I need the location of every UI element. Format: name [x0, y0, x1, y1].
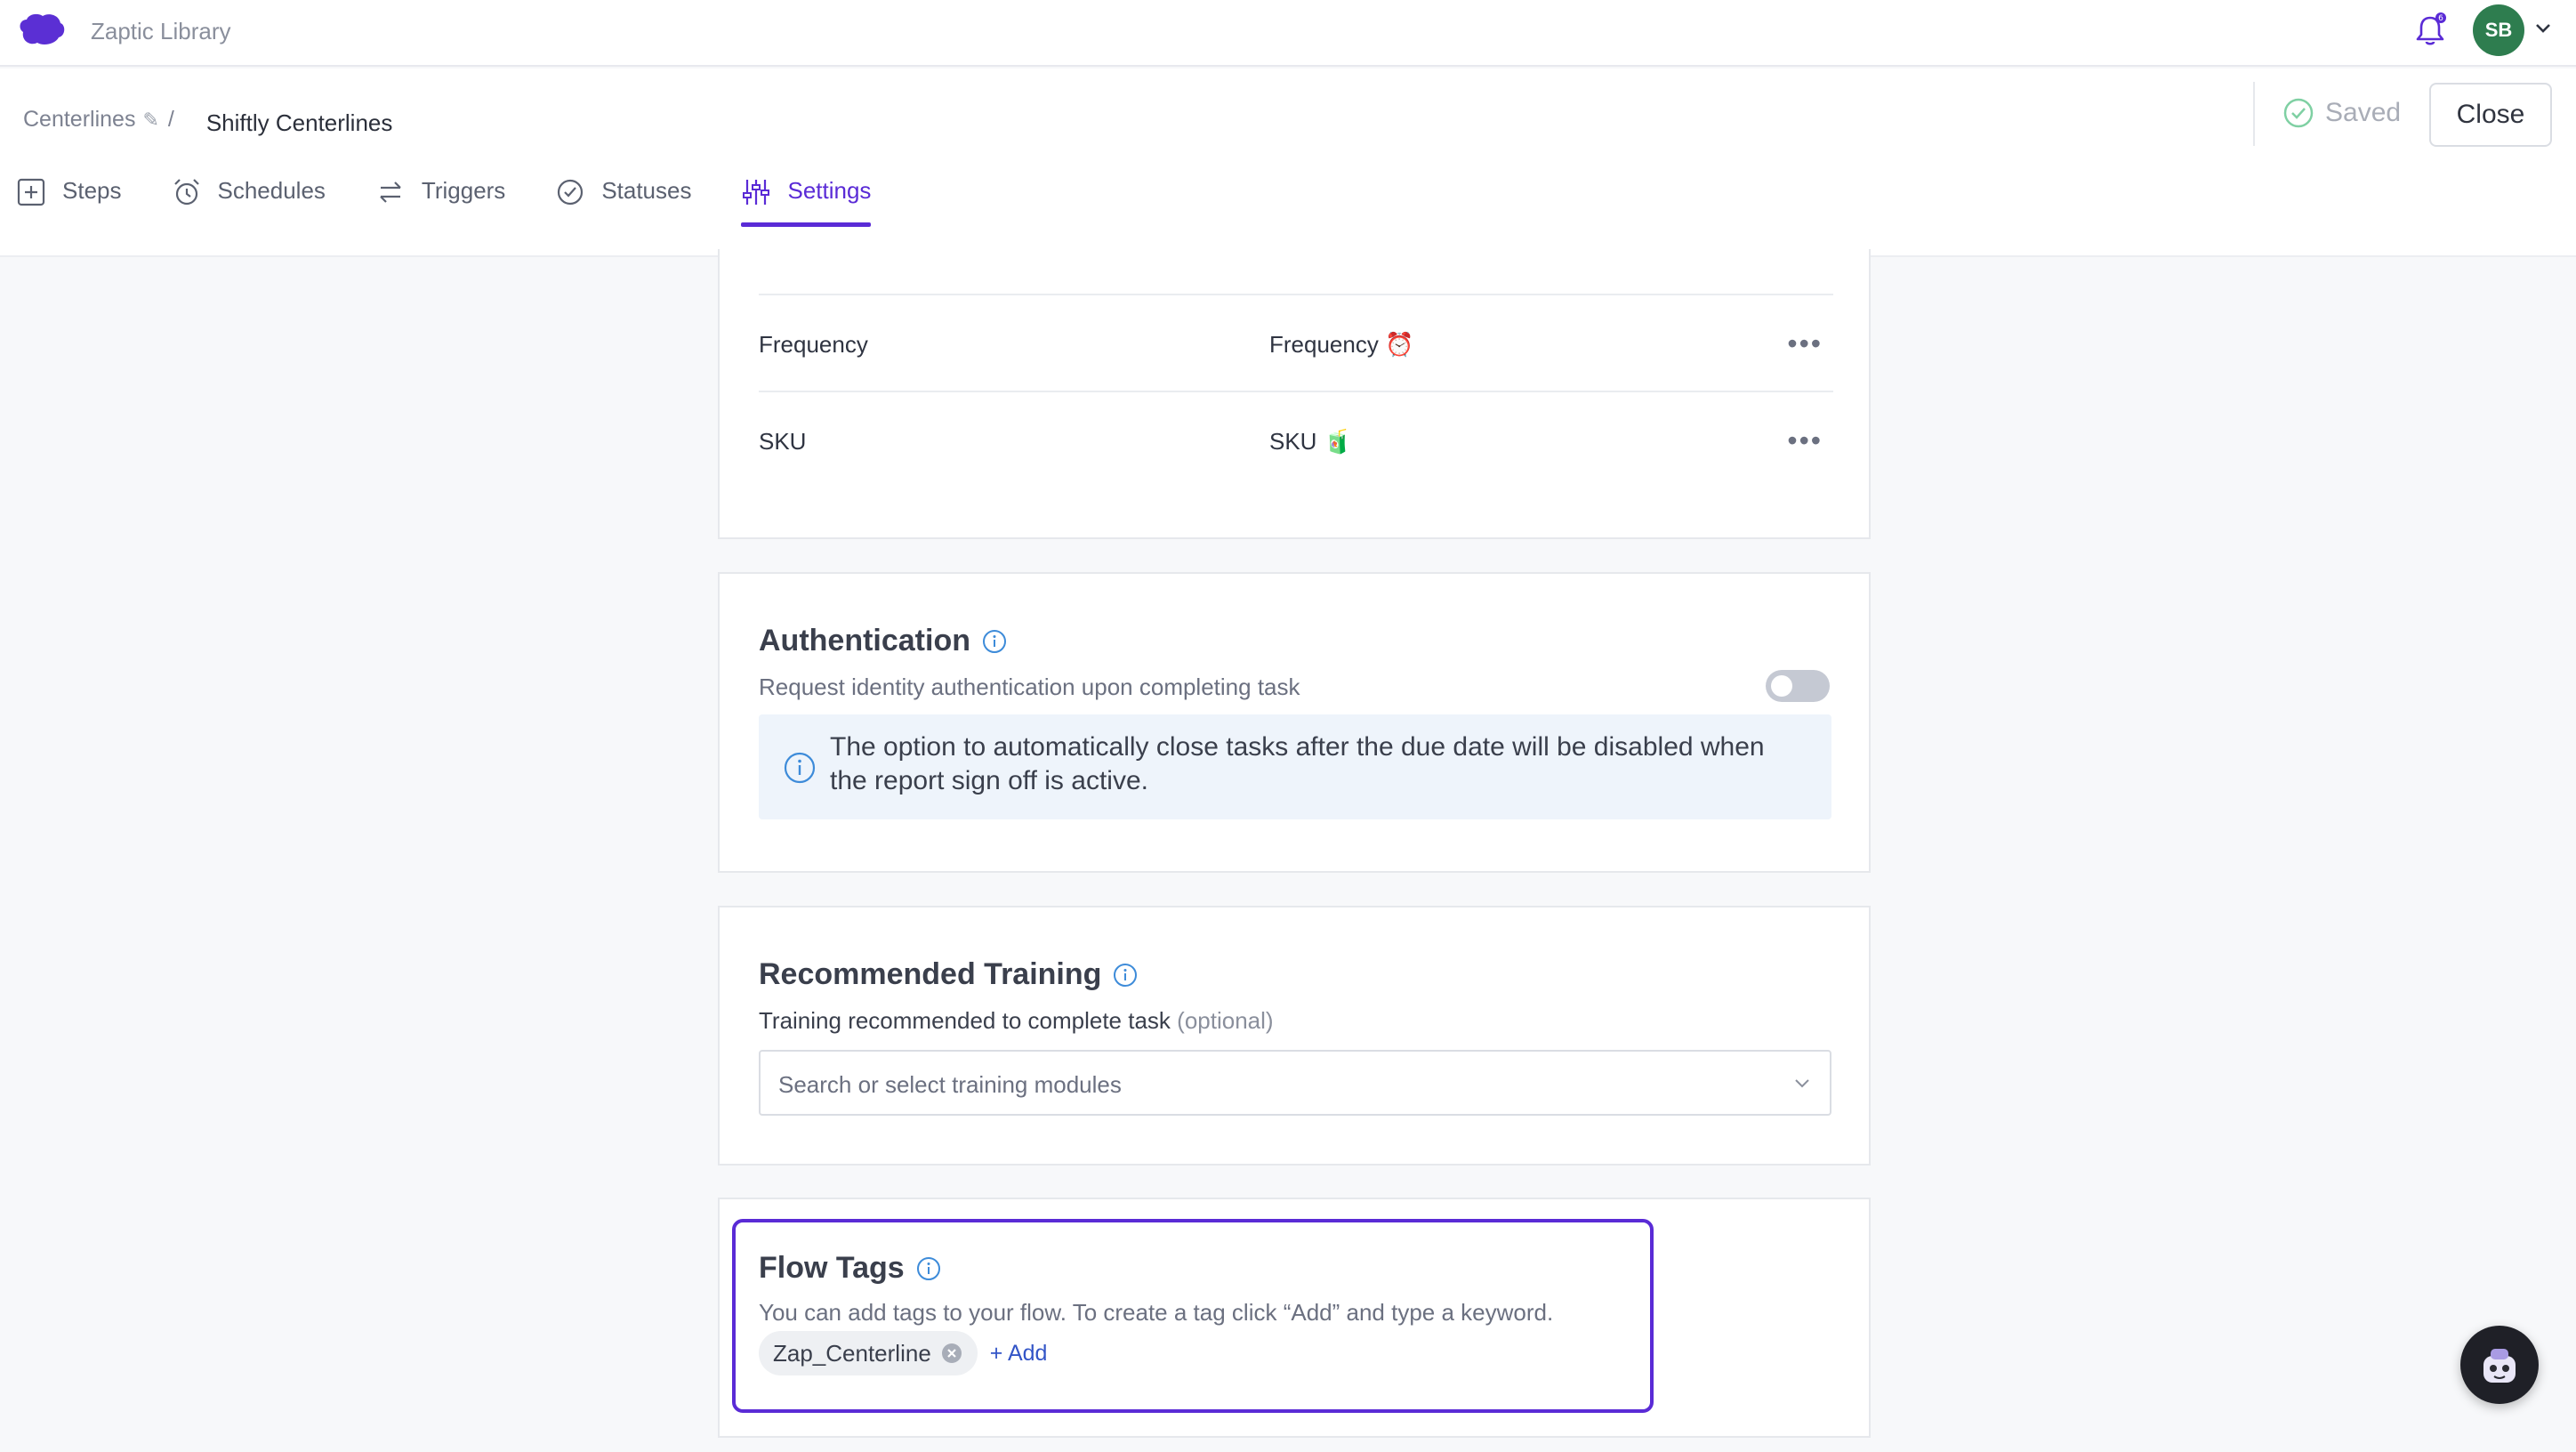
flow-header: Centerlines ✎ / Shiftly Centerlines Save…: [0, 69, 2576, 257]
flow-title[interactable]: Shiftly Centerlines: [206, 109, 393, 137]
training-select[interactable]: Search or select training modules: [759, 1050, 1831, 1116]
add-square-icon: [17, 178, 45, 206]
tag-label: Zap_Centerline: [773, 1339, 931, 1367]
notification-bell-icon[interactable]: 6: [2411, 11, 2450, 50]
breadcrumb: Centerlines ✎ / Shiftly Centerlines: [23, 106, 392, 136]
pencil-icon: ✎: [142, 108, 159, 131]
properties-card: Frequency Frequency ⏰ ••• SKU SKU 🧃 •••: [718, 249, 1871, 539]
tag-list: Zap_Centerline + Add: [759, 1331, 1047, 1375]
saved-label: Saved: [2325, 98, 2402, 127]
property-value: SKU 🧃: [1269, 428, 1353, 455]
zaptic-logo-icon[interactable]: [16, 11, 66, 48]
tab-statuses[interactable]: Statuses: [555, 163, 691, 257]
authentication-toggle[interactable]: [1766, 670, 1830, 702]
section-title: Authentication: [759, 624, 970, 657]
flow-tags-card: Flow Tags You can add tags to your flow.…: [718, 1198, 1871, 1438]
toggle-knob: [1771, 675, 1792, 697]
optional-hint: (optional): [1177, 1007, 1274, 1034]
property-row: Frequency Frequency ⏰ •••: [759, 294, 1833, 391]
swap-arrows-icon: [380, 182, 401, 203]
property-name: Frequency: [759, 331, 868, 358]
breadcrumb-parent-link[interactable]: Centerlines: [23, 107, 135, 133]
info-icon[interactable]: [915, 1255, 942, 1282]
chevron-down-icon[interactable]: [2533, 21, 2553, 36]
training-card: Recommended Training Training recommende…: [718, 906, 1871, 1166]
header-divider: [2253, 82, 2255, 146]
tag-chip: Zap_Centerline: [759, 1331, 978, 1375]
user-avatar[interactable]: SB: [2473, 4, 2524, 56]
authentication-description: Request identity authentication upon com…: [759, 674, 1300, 700]
info-icon: [784, 752, 816, 784]
tab-triggers[interactable]: Triggers: [375, 163, 505, 257]
alarm-clock-icon: [173, 179, 199, 206]
training-heading: Recommended Training: [759, 957, 1139, 992]
notification-badge: 6: [2438, 14, 2443, 23]
info-alert: The option to automatically close tasks …: [759, 714, 1831, 819]
add-tag-button[interactable]: + Add: [990, 1341, 1048, 1367]
tab-label: Settings: [787, 177, 872, 204]
section-title: Flow Tags: [759, 1251, 905, 1285]
check-circle-icon: [558, 179, 584, 206]
tab-settings[interactable]: Settings: [741, 163, 871, 257]
tab-schedules[interactable]: Schedules: [172, 163, 326, 257]
section-title: Recommended Training: [759, 957, 1102, 991]
sliders-icon: [743, 180, 770, 205]
training-label: Training recommended to complete task (o…: [759, 1007, 1274, 1035]
more-options-icon[interactable]: •••: [1787, 327, 1823, 360]
tab-label: Statuses: [601, 177, 692, 204]
tab-label: Schedules: [217, 177, 326, 204]
saved-status: Saved: [2282, 97, 2401, 129]
avatar-initials: SB: [2484, 19, 2513, 41]
property-row: SKU SKU 🧃 •••: [759, 391, 1833, 488]
info-icon[interactable]: [1112, 962, 1139, 988]
breadcrumb-separator: /: [167, 107, 174, 132]
tab-label: Triggers: [421, 177, 506, 204]
top-bar: Zaptic Library 6 SB: [0, 0, 2576, 67]
flow-tags-description: You can add tags to your flow. To create…: [759, 1299, 1554, 1326]
property-name: SKU: [759, 428, 807, 455]
tab-bar: Steps Schedules Triggers Statuses Settin…: [16, 163, 921, 257]
info-icon[interactable]: [981, 628, 1008, 655]
chevron-down-icon: [1795, 1079, 1809, 1088]
training-label-text: Training recommended to complete task: [759, 1007, 1171, 1034]
robot-assistant-icon: [2483, 1349, 2516, 1383]
check-circle-icon: [2283, 98, 2314, 128]
authentication-heading: Authentication: [759, 624, 1008, 658]
assistant-chat-button[interactable]: [2460, 1326, 2539, 1404]
app-title: Zaptic Library: [91, 18, 231, 44]
property-value: Frequency ⏰: [1269, 331, 1414, 358]
alert-text: The option to automatically close tasks …: [830, 732, 1765, 795]
close-button[interactable]: Close: [2429, 83, 2552, 147]
remove-tag-icon[interactable]: [940, 1342, 963, 1365]
flow-tags-heading: Flow Tags: [759, 1251, 942, 1286]
tab-label: Steps: [62, 177, 122, 204]
more-options-icon[interactable]: •••: [1787, 424, 1823, 457]
authentication-card: Authentication Request identity authenti…: [718, 572, 1871, 873]
training-select-placeholder: Search or select training modules: [778, 1071, 1122, 1098]
tab-steps[interactable]: Steps: [16, 163, 122, 257]
